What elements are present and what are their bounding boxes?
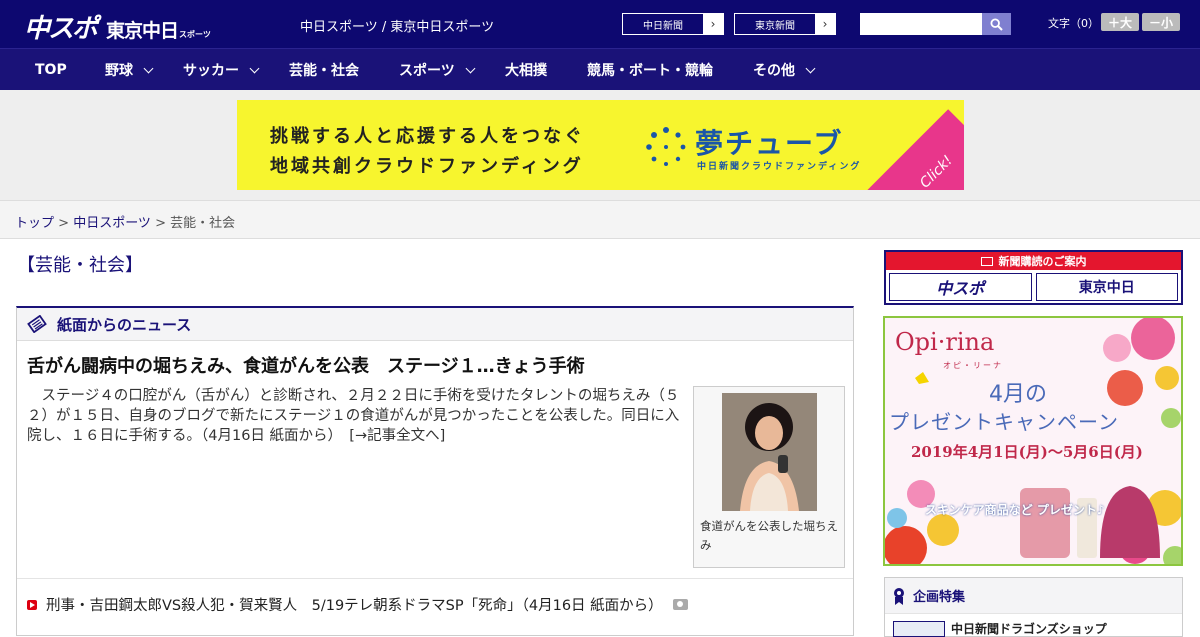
subscribe-tokyo-chunichi[interactable]: 東京中日: [1035, 273, 1178, 301]
photo-caption: 食道がんを公表した堀ちえみ: [700, 519, 838, 552]
page-title: 【芸能・社会】: [17, 255, 143, 276]
paper-link-label: 中日新聞: [643, 20, 683, 32]
person-photo-icon: [722, 393, 817, 511]
subscription-title: 新聞購読のご案内: [998, 255, 1087, 268]
site-logo[interactable]: 中スポ 東京中日 スポーツ: [24, 8, 211, 44]
subscription-box[interactable]: 新聞購読のご案内 中スポ 東京中日: [884, 250, 1183, 305]
nav-item-sumo[interactable]: 大相撲: [505, 49, 547, 91]
yume-tube-logo-icon: [646, 127, 686, 166]
logo-sports: スポーツ: [179, 30, 211, 39]
ribbon-icon: [894, 587, 904, 605]
list-item[interactable]: 刑事・吉田鋼太郎VS殺人犯・賀来賢人 5/19テレ朝系ドラマSP「死命」（4月1…: [27, 594, 688, 615]
banner-line-1: 挑戦する人と応援する人をつなぐ: [270, 126, 585, 147]
breadcrumb-home[interactable]: トップ: [15, 216, 54, 231]
news-panel-title: 紙面からのニュース: [57, 315, 192, 334]
click-corner: [863, 109, 964, 190]
nav-label: 芸能・社会: [289, 63, 359, 79]
search-input[interactable]: [860, 13, 982, 35]
nav-item-top[interactable]: TOP: [35, 49, 67, 91]
font-size-label: 文字（0）: [1048, 17, 1099, 30]
paper-link-label: 東京新聞: [755, 20, 795, 32]
ad-brand: Opi·rina: [895, 328, 995, 356]
feature-header: 企画特集: [885, 578, 1182, 614]
chevron-down-icon: [249, 63, 260, 73]
chevron-down-icon: [805, 63, 816, 73]
font-larger-button[interactable]: ＋大: [1101, 13, 1139, 31]
logo-chuspo: 中スポ: [24, 14, 98, 44]
breadcrumb-chunichi-sports[interactable]: 中日スポーツ: [73, 216, 151, 231]
camera-icon: [672, 599, 688, 610]
chevron-down-icon: [465, 63, 476, 73]
nav-label: 大相撲: [505, 63, 547, 79]
nav-item-sports[interactable]: スポーツ: [399, 49, 476, 91]
tokyo-shimbun-link[interactable]: 東京新聞 ›: [734, 13, 836, 35]
play-icon: [27, 599, 37, 610]
breadcrumb: トップ > 中日スポーツ > 芸能・社会: [15, 212, 235, 231]
ad-title: プレゼントキャンペーン: [889, 410, 1119, 434]
chevron-right-icon: ›: [815, 14, 835, 34]
nav-label: TOP: [35, 62, 67, 78]
nav-item-entertainment[interactable]: 芸能・社会: [289, 49, 359, 91]
chevron-down-icon: [143, 63, 154, 73]
list-item-text: 刑事・吉田鋼太郎VS殺人犯・賀来賢人 5/19テレ朝系ドラマSP「死命」（4月1…: [46, 598, 663, 614]
breadcrumb-separator: >: [54, 216, 74, 231]
breadcrumb-separator: >: [150, 216, 171, 231]
site-title-link[interactable]: 中日スポーツ / 東京中日スポーツ: [300, 16, 494, 35]
feature-box: 企画特集 中日新聞ドラゴンズショップ: [884, 577, 1183, 637]
nav-label: スポーツ: [399, 63, 455, 79]
newspaper-icon: [980, 256, 993, 266]
top-header: 中スポ 東京中日 スポーツ 中日スポーツ / 東京中日スポーツ 中日新聞 › 東…: [0, 0, 1200, 48]
ad-promo: スキンケア商品など プレゼント♪: [925, 503, 1105, 517]
nav-item-racing[interactable]: 競馬・ボート・競輪: [587, 49, 713, 91]
chunichi-shimbun-link[interactable]: 中日新聞 ›: [622, 13, 724, 35]
article-headline[interactable]: 舌がん闘病中の堀ちえみ、食道がんを公表 ステージ１…きょう手術: [27, 352, 585, 378]
search-button[interactable]: [982, 13, 1011, 35]
logo-tokyo-chunichi: 東京中日: [106, 20, 179, 42]
ad-date: 2019年4月1日(月)〜5月6日(月): [911, 443, 1143, 461]
subscribe-chuspo[interactable]: 中スポ: [889, 273, 1032, 301]
nav-label: サッカー: [183, 63, 239, 79]
subscription-logos: 中スポ 東京中日: [886, 270, 1181, 304]
ad-month: 4月の: [989, 382, 1047, 407]
breadcrumb-bar: トップ > 中日スポーツ > 芸能・社会: [0, 200, 1200, 239]
banner-brand-sub: 中日新聞クラウドファンディング: [697, 162, 862, 172]
nav-item-other[interactable]: その他: [753, 49, 816, 91]
news-panel-header: 紙面からのニュース: [17, 308, 853, 341]
nav-item-baseball[interactable]: 野球: [105, 49, 154, 91]
article-summary: ステージ４の口腔がん（舌がん）と診断され、２月２２日に手術を受けたタレントの堀ち…: [27, 386, 683, 446]
nav-item-soccer[interactable]: サッカー: [183, 49, 260, 91]
article-photo: [722, 393, 817, 511]
newspaper-icon: [27, 315, 47, 333]
search-icon: [990, 17, 1003, 31]
article-photo-box[interactable]: 食道がんを公表した堀ちえみ: [693, 386, 845, 568]
feature-title: 企画特集: [913, 590, 966, 605]
chevron-right-icon: ›: [703, 14, 723, 34]
crowdfunding-banner[interactable]: 挑戦する人と応援する人をつなぐ 地域共創クラウドファンディング 夢チューブ 中日…: [237, 100, 964, 190]
opirina-ad[interactable]: Opi·rina オピ・リーナ 4月の プレゼントキャンペーン 2019年4月1…: [883, 316, 1183, 566]
main-nav: TOP 野球 サッカー 芸能・社会 スポーツ 大相撲 競馬・ボート・競輪 その他: [0, 48, 1200, 90]
nav-label: 野球: [105, 63, 133, 79]
font-smaller-button[interactable]: －小: [1142, 13, 1180, 31]
feature-item[interactable]: 中日新聞ドラゴンズショップ: [893, 620, 1107, 637]
banner-brand: 夢チューブ: [695, 127, 844, 160]
breadcrumb-current: 芸能・社会: [170, 216, 236, 231]
subscription-header: 新聞購読のご案内: [886, 252, 1181, 270]
nav-label: 競馬・ボート・競輪: [587, 63, 713, 79]
feature-item-label: 中日新聞ドラゴンズショップ: [951, 622, 1107, 636]
ad-brand-sub: オピ・リーナ: [943, 361, 1003, 370]
banner-line-2: 地域共創クラウドファンディング: [270, 156, 584, 177]
read-more-link[interactable]: [→記事全文へ]: [349, 428, 445, 444]
news-panel: 紙面からのニュース 舌がん闘病中の堀ちえみ、食道がんを公表 ステージ１…きょう手…: [16, 306, 854, 636]
feature-thumbnail: [893, 620, 945, 637]
nav-label: その他: [753, 63, 795, 79]
divider: [17, 578, 853, 579]
